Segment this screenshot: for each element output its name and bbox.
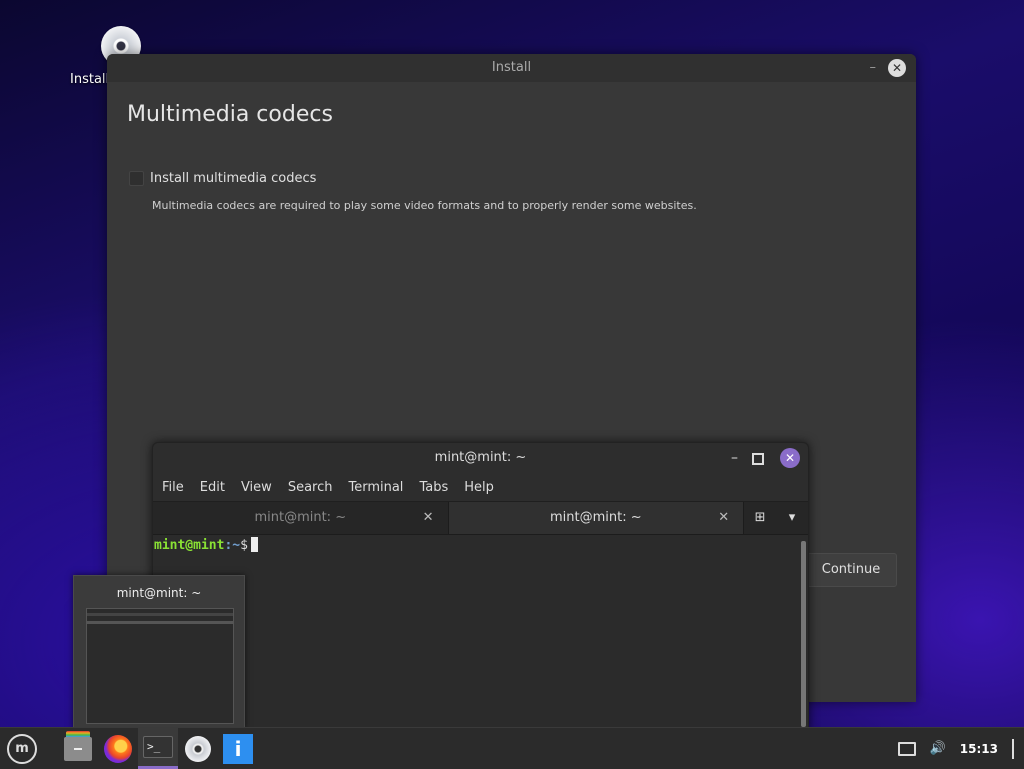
install-launcher[interactable] (178, 728, 218, 769)
prompt-user: mint@mint (154, 538, 225, 553)
show-desktop-button[interactable] (1012, 738, 1014, 759)
prompt-sign: $ (240, 538, 248, 553)
codecs-checkbox-row[interactable]: Install multimedia codecs (129, 171, 316, 186)
preview-thumbnail[interactable] (86, 608, 234, 724)
close-icon[interactable]: ✕ (780, 448, 800, 468)
thumb-titlebar (87, 613, 233, 616)
clock[interactable]: 15:13 (960, 742, 998, 756)
menu-button[interactable]: m (2, 728, 42, 769)
taskbar: m >_ i 🔊 15:13 (0, 727, 1024, 769)
terminal-tab[interactable]: mint@mint: ~ ✕ (153, 502, 448, 534)
menu-help[interactable]: Help (456, 480, 502, 495)
terminal-menubar: File Edit View Search Terminal Tabs Help (153, 473, 808, 502)
menu-edit[interactable]: Edit (192, 480, 233, 495)
terminal-window: mint@mint: ~ – ✕ File Edit View Search T… (152, 442, 809, 732)
files-launcher[interactable] (58, 728, 98, 769)
close-icon[interactable]: ✕ (888, 59, 906, 77)
codecs-description: Multimedia codecs are required to play s… (152, 199, 697, 212)
mint-menu-icon: m (7, 733, 37, 764)
chevron-down-icon[interactable]: ▾ (776, 502, 808, 534)
desktop-icon-label: Install (70, 72, 110, 87)
install-disc-icon (185, 735, 211, 762)
prompt-path: :~ (224, 538, 241, 553)
menu-terminal[interactable]: Terminal (340, 480, 411, 495)
info-icon: i (223, 733, 253, 764)
minimize-icon[interactable]: – (870, 54, 877, 82)
terminal-tab-active[interactable]: mint@mint: ~ ✕ (447, 502, 745, 534)
page-title: Multimedia codecs (127, 102, 333, 127)
window-preview[interactable]: mint@mint: ~ (73, 575, 245, 729)
info-launcher[interactable]: i (218, 728, 258, 769)
network-icon[interactable] (897, 741, 916, 756)
terminal-launcher[interactable]: >_ (138, 728, 178, 769)
terminal-body[interactable]: mint@mint:~$ (153, 535, 808, 731)
menu-file[interactable]: File (153, 480, 192, 495)
minimize-icon[interactable]: – (731, 443, 738, 473)
terminal-prompt: mint@mint:~$ (154, 537, 258, 553)
tab-close-icon[interactable]: ✕ (718, 502, 729, 534)
installer-titlebar[interactable]: Install – ✕ (107, 54, 916, 82)
menu-view[interactable]: View (233, 480, 280, 495)
terminal-titlebar[interactable]: mint@mint: ~ – ✕ (153, 443, 808, 473)
preview-title: mint@mint: ~ (116, 586, 202, 600)
firefox-icon (104, 734, 132, 763)
tab-close-icon[interactable]: ✕ (423, 502, 434, 534)
menu-tabs[interactable]: Tabs (411, 480, 456, 495)
files-icon (64, 730, 92, 761)
codecs-checkbox[interactable] (129, 171, 144, 186)
menu-search[interactable]: Search (280, 480, 341, 495)
volume-icon[interactable]: 🔊 (930, 741, 946, 756)
terminal-tabbar: mint@mint: ~ ✕ mint@mint: ~ ✕ ⊞ ▾ (153, 502, 808, 535)
terminal-window-title: mint@mint: ~ (434, 450, 527, 465)
system-tray: 🔊 15:13 (897, 728, 1014, 769)
maximize-icon[interactable] (752, 453, 764, 465)
new-tab-icon[interactable]: ⊞ (744, 502, 776, 534)
terminal-icon: >_ (143, 736, 173, 758)
firefox-launcher[interactable] (98, 728, 138, 769)
thumb-menubar (87, 621, 233, 624)
codecs-checkbox-label[interactable]: Install multimedia codecs (150, 171, 316, 186)
terminal-scrollbar[interactable] (801, 541, 806, 727)
text-cursor (250, 537, 258, 552)
tab-label: mint@mint: ~ (550, 510, 642, 525)
tab-label: mint@mint: ~ (254, 510, 347, 525)
continue-button[interactable]: Continue (805, 553, 897, 587)
installer-window-title: Install (491, 60, 532, 75)
